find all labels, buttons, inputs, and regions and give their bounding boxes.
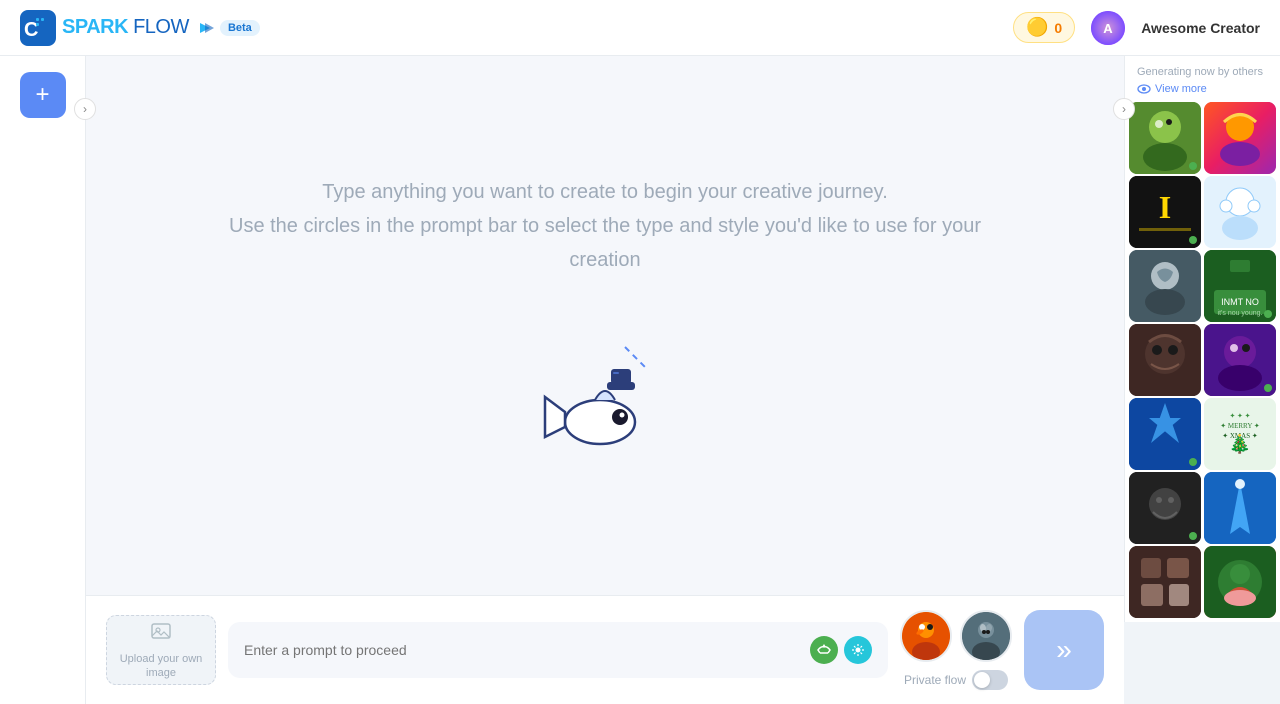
gallery-img-12 bbox=[1204, 472, 1276, 544]
prompt-icon-recycle[interactable] bbox=[810, 636, 838, 664]
gallery-item[interactable] bbox=[1129, 102, 1201, 174]
prompt-input[interactable] bbox=[244, 642, 810, 658]
gallery-item[interactable] bbox=[1129, 398, 1201, 470]
right-sidebar: Generating now by others View more bbox=[1124, 56, 1280, 622]
center-area: Type anything you want to create to begi… bbox=[86, 56, 1124, 704]
toggle-thumb bbox=[974, 672, 990, 688]
svg-text:✦ ✦ ✦: ✦ ✦ ✦ bbox=[1229, 412, 1250, 420]
online-dot-8 bbox=[1264, 384, 1272, 392]
logo-text: SPARK FLOW bbox=[62, 16, 214, 39]
gallery-item[interactable]: ✦ ✦ ✦ ✦ MERRY ✦ ✦ XMAS ✦ 🎄 bbox=[1204, 398, 1276, 470]
prompt-icons bbox=[810, 636, 872, 664]
private-flow: Private flow bbox=[904, 670, 1008, 690]
logo-arrow bbox=[196, 16, 214, 38]
upload-label: Upload your ownimage bbox=[120, 652, 203, 681]
style-avatar-1[interactable] bbox=[900, 610, 952, 662]
generating-text: Generating now by others bbox=[1137, 66, 1268, 78]
gallery-item[interactable] bbox=[1129, 546, 1201, 618]
main-headline: Type anything you want to create to begi… bbox=[205, 175, 1005, 277]
coin-icon: 🟡 bbox=[1026, 17, 1048, 38]
online-dot-3 bbox=[1189, 236, 1197, 244]
svg-text:A: A bbox=[1104, 21, 1114, 36]
gallery-img-2 bbox=[1204, 102, 1276, 174]
online-dot-11 bbox=[1189, 532, 1197, 540]
style-avatar-2[interactable] bbox=[960, 610, 1012, 662]
style-selectors: Private flow bbox=[900, 610, 1012, 690]
svg-text:C: C bbox=[24, 19, 38, 41]
gallery-item[interactable] bbox=[1204, 472, 1276, 544]
header-right: 🟡 0 A Awesome Creator bbox=[1013, 11, 1260, 45]
coins-display: 🟡 0 bbox=[1013, 12, 1075, 43]
logo-flow-text: FLOW bbox=[133, 16, 189, 38]
eye-icon bbox=[1137, 82, 1151, 96]
gallery-img-10: ✦ ✦ ✦ ✦ MERRY ✦ ✦ XMAS ✦ 🎄 bbox=[1204, 398, 1276, 470]
left-toggle-arrow[interactable]: › bbox=[74, 98, 96, 120]
svg-text:it's nou young.: it's nou young. bbox=[1217, 310, 1262, 317]
gallery-item[interactable]: INMT NO it's nou young. bbox=[1204, 250, 1276, 322]
header-left: C SPARK FLOW Beta bbox=[20, 10, 260, 46]
right-panel: › Generating now by others View more bbox=[1124, 56, 1280, 704]
style-avatars bbox=[900, 610, 1012, 662]
svg-text:✦ MERRY ✦: ✦ MERRY ✦ bbox=[1220, 422, 1260, 430]
gallery-grid: I bbox=[1125, 102, 1280, 622]
view-more-link[interactable]: View more bbox=[1137, 82, 1268, 96]
view-more-text: View more bbox=[1155, 83, 1207, 95]
add-button[interactable]: + bbox=[20, 72, 66, 118]
gallery-item[interactable]: I bbox=[1129, 176, 1201, 248]
upload-icon bbox=[150, 620, 172, 648]
prompt-input-wrapper bbox=[228, 622, 888, 678]
private-flow-label: Private flow bbox=[904, 673, 966, 687]
svg-text:INMT NO: INMT NO bbox=[1221, 297, 1259, 307]
gallery-item[interactable] bbox=[1129, 250, 1201, 322]
gallery-item[interactable] bbox=[1204, 546, 1276, 618]
right-toggle-arrow[interactable]: › bbox=[1113, 98, 1135, 120]
header: C SPARK FLOW Beta 🟡 0 bbox=[0, 0, 1280, 56]
gallery-img-7 bbox=[1129, 324, 1201, 396]
gallery-item[interactable] bbox=[1204, 176, 1276, 248]
right-sidebar-header: Generating now by others View more bbox=[1125, 56, 1280, 102]
gallery-item[interactable] bbox=[1204, 324, 1276, 396]
mascot-svg bbox=[525, 317, 685, 477]
logo-icon: C bbox=[20, 10, 56, 46]
prompt-icon-settings[interactable] bbox=[844, 636, 872, 664]
gallery-img-4 bbox=[1204, 176, 1276, 248]
send-button[interactable]: » bbox=[1024, 610, 1104, 690]
left-sidebar: + › bbox=[0, 56, 86, 704]
user-name: Awesome Creator bbox=[1141, 20, 1260, 36]
private-flow-toggle[interactable] bbox=[972, 670, 1008, 690]
prompt-bar: Upload your ownimage bbox=[86, 595, 1124, 704]
online-dot-1 bbox=[1189, 162, 1197, 170]
beta-badge: Beta bbox=[220, 20, 260, 36]
svg-text:I: I bbox=[1159, 189, 1171, 225]
coin-count: 0 bbox=[1054, 20, 1062, 36]
main-layout: + › Type anything you want to create to … bbox=[0, 56, 1280, 704]
online-dot-6 bbox=[1264, 310, 1272, 318]
logo-area: C SPARK FLOW Beta bbox=[20, 10, 260, 46]
gallery-item[interactable] bbox=[1129, 472, 1201, 544]
gallery-img-13 bbox=[1129, 546, 1201, 618]
gallery-item[interactable] bbox=[1129, 324, 1201, 396]
gallery-item[interactable] bbox=[1204, 102, 1276, 174]
center-content: Type anything you want to create to begi… bbox=[86, 56, 1124, 595]
mascot-area bbox=[525, 317, 685, 477]
gallery-img-5 bbox=[1129, 250, 1201, 322]
online-dot-9 bbox=[1189, 458, 1197, 466]
user-avatar: A bbox=[1091, 11, 1125, 45]
subline-text: Use the circles in the prompt bar to sel… bbox=[229, 215, 981, 271]
headline-text: Type anything you want to create to begi… bbox=[322, 181, 888, 203]
logo-spark: SPARK bbox=[62, 16, 128, 38]
upload-area[interactable]: Upload your ownimage bbox=[106, 615, 216, 685]
svg-text:🎄: 🎄 bbox=[1228, 433, 1250, 454]
gallery-img-14 bbox=[1204, 546, 1276, 618]
